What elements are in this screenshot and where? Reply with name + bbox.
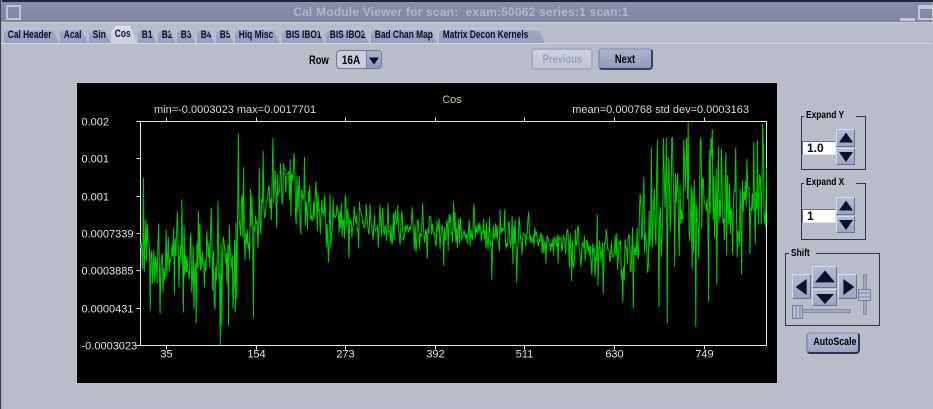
svg-text:630: 630	[605, 349, 623, 361]
svg-text:0.0000431: 0.0000431	[82, 304, 134, 316]
svg-text:min=-0.0003023 max=0.0017701: min=-0.0003023 max=0.0017701	[154, 104, 316, 116]
svg-text:511: 511	[516, 349, 534, 361]
svg-text:0.0007339: 0.0007339	[82, 229, 134, 241]
svg-text:-0.0003023: -0.0003023	[82, 341, 138, 353]
svg-text:35: 35	[160, 349, 172, 361]
svg-text:0.001: 0.001	[82, 154, 110, 166]
svg-text:Cos: Cos	[442, 94, 462, 106]
svg-text:273: 273	[336, 349, 354, 361]
svg-text:749: 749	[695, 349, 713, 361]
svg-text:mean=0.000768 std dev=0.000316: mean=0.000768 std dev=0.0003163	[572, 104, 749, 116]
svg-text:392: 392	[426, 349, 444, 361]
svg-text:0.002: 0.002	[82, 117, 110, 129]
svg-text:0.0003885: 0.0003885	[82, 266, 134, 278]
svg-text:154: 154	[247, 349, 265, 361]
svg-text:0.001: 0.001	[82, 192, 110, 204]
